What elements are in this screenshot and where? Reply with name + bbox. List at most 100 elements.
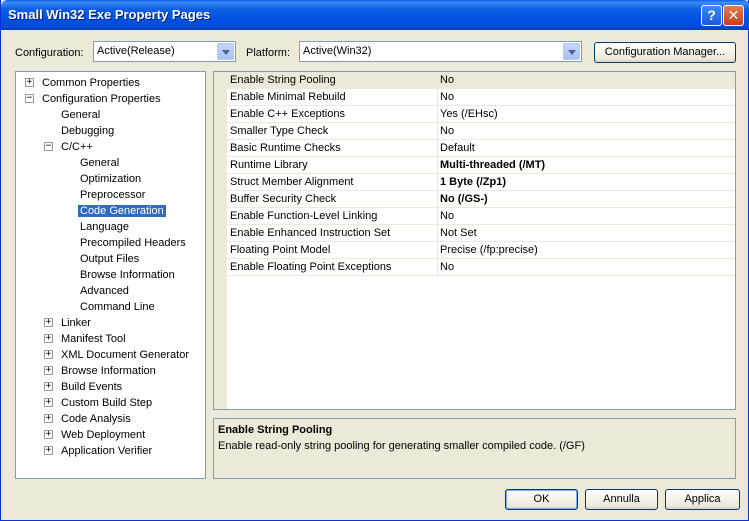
property-row[interactable]: Enable Floating Point Exceptions No — [227, 259, 735, 276]
configuration-manager-button[interactable]: Configuration Manager... — [594, 42, 736, 63]
tree-item-label: Configuration Properties — [42, 93, 161, 105]
tree-item-label: Manifest Tool — [61, 333, 126, 345]
platform-dropdown[interactable]: Active(Win32) — [299, 41, 582, 62]
tree-item[interactable]: General — [78, 155, 121, 171]
expand-icon[interactable]: + — [44, 430, 53, 439]
property-tree[interactable]: + Common Properties − Configuration Propert… — [15, 71, 206, 479]
tree-item[interactable]: + Browse Information — [44, 363, 158, 379]
property-name: Enable Enhanced Instruction Set — [230, 227, 391, 239]
tree-item-label: Custom Build Step — [61, 397, 153, 409]
tree-item[interactable]: Browse Information — [78, 267, 177, 283]
tree-item[interactable]: + Linker — [44, 315, 93, 331]
column-divider — [437, 72, 438, 89]
tree-item[interactable]: + XML Document Generator — [44, 347, 191, 363]
description-text: Enable read-only string pooling for gene… — [218, 440, 585, 452]
property-row[interactable]: Enable Function-Level Linking No — [227, 208, 735, 225]
property-value[interactable]: Precise (/fp:precise) — [440, 244, 538, 256]
tree-item[interactable]: General — [59, 107, 102, 123]
collapse-icon[interactable]: − — [44, 142, 53, 151]
property-value[interactable]: 1 Byte (/Zp1) — [440, 176, 506, 188]
property-name: Enable Function-Level Linking — [230, 210, 378, 222]
tree-item-label: Code Analysis — [61, 413, 131, 425]
property-row[interactable]: Enable Minimal Rebuild No — [227, 89, 735, 106]
expand-icon[interactable]: + — [44, 350, 53, 359]
expand-icon[interactable]: + — [44, 382, 53, 391]
tree-item[interactable]: + Code Analysis — [44, 411, 133, 427]
property-row[interactable]: Floating Point Model Precise (/fp:precise… — [227, 242, 735, 259]
property-name: Enable String Pooling — [230, 74, 336, 86]
tree-item[interactable]: Language — [78, 219, 131, 235]
tree-item-label: Web Deployment — [61, 429, 146, 441]
tree-item-label: Code Generation — [78, 205, 166, 217]
title-bar[interactable]: Small Win32 Exe Property Pages ? ✕ — [1, 0, 749, 30]
platform-label: Platform: — [246, 47, 291, 59]
cancel-button[interactable]: Annulla — [585, 489, 658, 510]
property-value[interactable]: No — [440, 210, 454, 222]
tree-item[interactable]: Debugging — [59, 123, 116, 139]
tree-item[interactable]: − C/C++ — [44, 139, 95, 155]
property-value[interactable]: No — [440, 261, 454, 273]
tree-item[interactable]: Command Line — [78, 299, 157, 315]
property-row[interactable]: Enable C++ Exceptions Yes (/EHsc) — [227, 106, 735, 123]
chevron-down-icon[interactable] — [217, 43, 234, 60]
expand-icon[interactable]: + — [44, 318, 53, 327]
column-divider — [437, 157, 438, 174]
tree-item[interactable]: − Configuration Properties — [25, 91, 163, 107]
tree-item-label: Build Events — [61, 381, 123, 393]
property-row[interactable]: Enable String Pooling No — [227, 72, 735, 89]
property-value[interactable]: Default — [440, 142, 475, 154]
apply-button[interactable]: Applica — [665, 489, 740, 510]
tree-item[interactable]: Code Generation — [78, 203, 166, 219]
property-row[interactable]: Smaller Type Check No — [227, 123, 735, 140]
property-value[interactable]: Multi-threaded (/MT) — [440, 159, 545, 171]
expand-icon[interactable]: + — [44, 366, 53, 375]
collapse-icon[interactable]: − — [25, 94, 34, 103]
close-button[interactable]: ✕ — [723, 5, 744, 26]
property-grid[interactable]: Enable String Pooling No Enable Minimal Re… — [213, 71, 736, 410]
tree-item[interactable]: + Common Properties — [25, 75, 142, 91]
tree-item-label: XML Document Generator — [61, 349, 189, 361]
property-row[interactable]: Runtime Library Multi-threaded (/MT) — [227, 157, 735, 174]
chevron-down-icon[interactable] — [563, 43, 580, 60]
property-row[interactable]: Struct Member Alignment 1 Byte (/Zp1) — [227, 174, 735, 191]
column-divider — [437, 242, 438, 259]
tree-item-label: Optimization — [80, 173, 142, 185]
property-row[interactable]: Enable Enhanced Instruction Set Not Set — [227, 225, 735, 242]
property-value[interactable]: No — [440, 74, 454, 86]
ok-button[interactable]: OK — [505, 489, 578, 510]
tree-item[interactable]: Preprocessor — [78, 187, 147, 203]
expand-icon[interactable]: + — [44, 398, 53, 407]
expand-icon[interactable]: + — [44, 446, 53, 455]
configuration-dropdown[interactable]: Active(Release) — [93, 41, 236, 62]
tree-item-label: C/C++ — [61, 141, 93, 153]
expand-icon[interactable]: + — [44, 334, 53, 343]
tree-item[interactable]: Advanced — [78, 283, 131, 299]
property-value[interactable]: No (/GS-) — [440, 193, 488, 205]
property-value[interactable]: No — [440, 91, 454, 103]
tree-item[interactable]: Output Files — [78, 251, 141, 267]
description-panel: Enable String Pooling Enable read-only s… — [213, 418, 736, 479]
property-value[interactable]: No — [440, 125, 454, 137]
property-row[interactable]: Basic Runtime Checks Default — [227, 140, 735, 157]
tree-item-label: Preprocessor — [80, 189, 146, 201]
column-divider — [437, 259, 438, 276]
configuration-value: Active(Release) — [97, 45, 175, 57]
property-value[interactable]: Not Set — [440, 227, 477, 239]
grid-gutter — [214, 72, 227, 409]
tree-item[interactable]: + Manifest Tool — [44, 331, 128, 347]
help-button[interactable]: ? — [701, 5, 722, 26]
tree-item[interactable]: + Web Deployment — [44, 427, 147, 443]
expand-icon[interactable]: + — [25, 78, 34, 87]
tree-item[interactable]: + Custom Build Step — [44, 395, 154, 411]
tree-item[interactable]: + Build Events — [44, 379, 124, 395]
property-row[interactable]: Buffer Security Check No (/GS-) — [227, 191, 735, 208]
property-value[interactable]: Yes (/EHsc) — [440, 108, 498, 120]
tree-item[interactable]: Optimization — [78, 171, 143, 187]
property-name: Basic Runtime Checks — [230, 142, 341, 154]
property-name: Floating Point Model — [230, 244, 331, 256]
tree-item-label: Debugging — [61, 125, 115, 137]
tree-item[interactable]: + Application Verifier — [44, 443, 154, 459]
column-divider — [437, 140, 438, 157]
tree-item[interactable]: Precompiled Headers — [78, 235, 188, 251]
expand-icon[interactable]: + — [44, 414, 53, 423]
